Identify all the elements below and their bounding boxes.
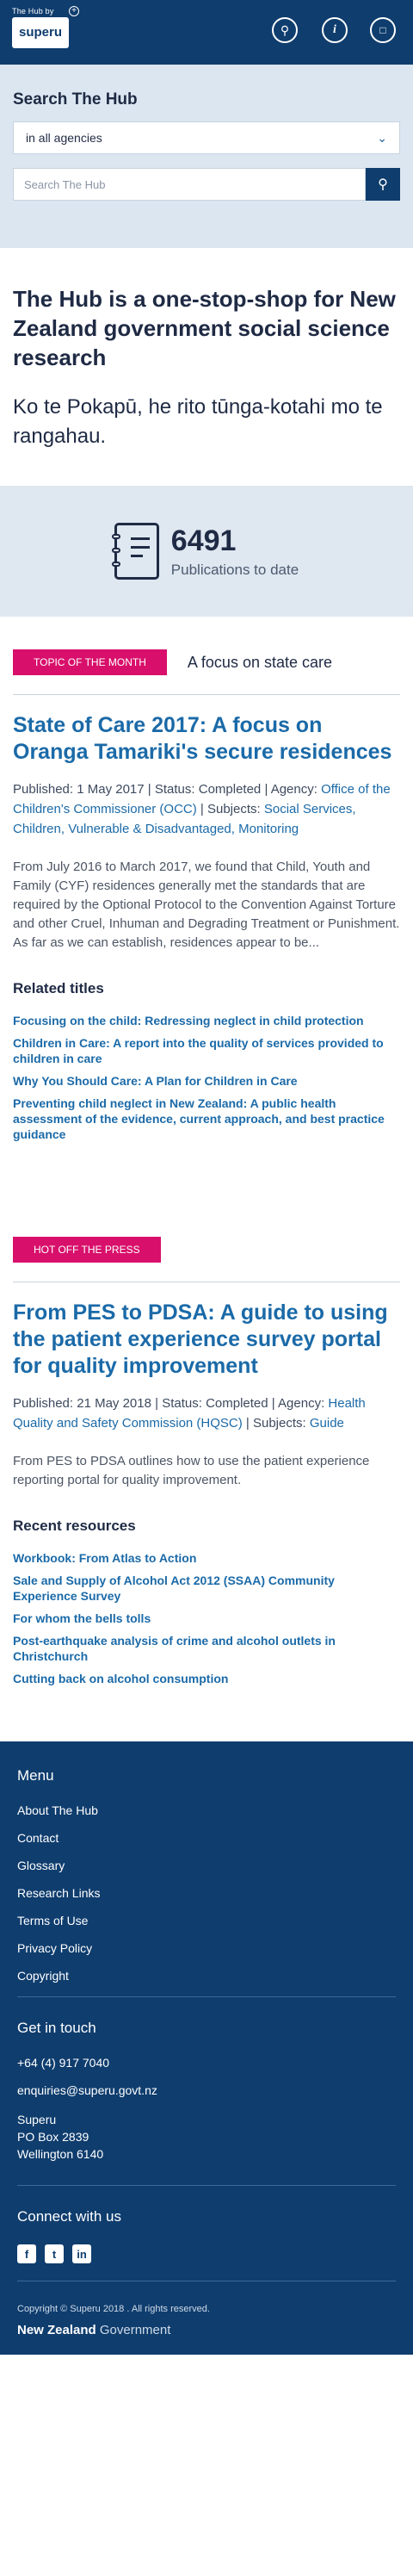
footer-phone-link[interactable]: +64 (4) 917 7040 [17, 2056, 396, 2070]
footer-address-1: Superu [17, 2113, 57, 2126]
footer-link-copyright[interactable]: Copyright [17, 1969, 396, 1983]
recent-resource-link[interactable]: Cutting back on alcohol consumption [13, 1671, 400, 1686]
facebook-icon[interactable]: f [17, 2244, 36, 2263]
status-value: Completed [206, 1396, 268, 1411]
agency-select-value: in all agencies [26, 131, 102, 145]
press-meta: Published: 21 May 2018 | Status: Complet… [13, 1396, 366, 1431]
related-title-link[interactable]: Why You Should Care: A Plan for Children… [13, 1073, 400, 1089]
agency-label: Agency: [270, 782, 317, 797]
recent-resource-link[interactable]: Workbook: From Atlas to Action [13, 1550, 400, 1566]
site-footer: Menu About The Hub Contact Glossary Rese… [0, 1741, 413, 2355]
notebook-icon [111, 523, 159, 580]
nz-govt-prefix: New Zealand [17, 2323, 96, 2337]
published-label: Published: [13, 1396, 74, 1411]
topic-title-link[interactable]: State of Care 2017: A focus on Oranga Ta… [13, 712, 400, 766]
plus-icon: + [69, 6, 79, 16]
linkedin-icon[interactable]: in [72, 2244, 91, 2263]
footer-link-terms[interactable]: Terms of Use [17, 1914, 396, 1927]
published-label: Published: [13, 782, 74, 797]
topic-summary: From July 2016 to March 2017, we found t… [13, 860, 400, 950]
agency-label: Agency: [278, 1396, 325, 1411]
topic-tag: TOPIC OF THE MONTH [13, 649, 167, 675]
related-title-link[interactable]: Children in Care: A report into the qual… [13, 1035, 400, 1066]
subjects-links[interactable]: Guide [310, 1416, 344, 1431]
twitter-icon[interactable]: t [45, 2244, 64, 2263]
recent-resources-heading: Recent resources [13, 1518, 136, 1534]
footer-menu-heading: Menu [17, 1767, 54, 1784]
published-date: 21 May 2018 [77, 1396, 151, 1411]
topic-label: A focus on state care [187, 653, 333, 671]
search-row: Search The Hub ⚲ [13, 168, 400, 201]
footer-contact-heading: Get in touch [17, 2020, 96, 2036]
status-label: Status: [162, 1396, 202, 1411]
status-value: Completed [198, 782, 262, 797]
logo-caption: The Hub by [12, 7, 54, 16]
subjects-label: Subjects: [206, 802, 261, 816]
search-input[interactable]: Search The Hub [13, 168, 366, 201]
intro-heading: The Hub is a one-stop-shop for New Zeala… [13, 286, 396, 370]
topic-meta: Published: 1 May 2017 | Status: Complete… [13, 782, 391, 836]
press-tag: HOT OFF THE PRESS [13, 1237, 161, 1263]
chevron-down-icon: ⌄ [377, 130, 387, 145]
recent-resource-link[interactable]: Post-earthquake analysis of crime and al… [13, 1633, 400, 1664]
footer-link-about[interactable]: About The Hub [17, 1803, 396, 1817]
recent-resource-link[interactable]: Sale and Supply of Alcohol Act 2012 (SSA… [13, 1573, 400, 1604]
intro-section: The Hub is a one-stop-shop for New Zeala… [0, 248, 413, 486]
search-icon[interactable]: ⚲ [272, 17, 298, 43]
agency-select[interactable]: in all agencies ⌄ [13, 121, 400, 154]
copyright-text: Copyright © Superu 2018 . All rights res… [17, 2304, 210, 2314]
footer-divider [17, 2185, 396, 2186]
footer-divider [17, 1996, 396, 1997]
footer-link-contact[interactable]: Contact [17, 1831, 396, 1845]
footer-address-2: PO Box 2839 [17, 2130, 89, 2144]
site-header: The Hub by + superu ⚲ i □ [0, 0, 413, 65]
superu-logo[interactable]: superu [12, 17, 69, 48]
published-date: 1 May 2017 [77, 782, 145, 797]
topic-tag-row: TOPIC OF THE MONTH A focus on state care [13, 649, 400, 695]
topic-of-month-section: TOPIC OF THE MONTH A focus on state care… [0, 617, 413, 1166]
nz-government-logo[interactable]: New Zealand Government [17, 2323, 396, 2337]
footer-email-link[interactable]: enquiries@superu.govt.nz [17, 2083, 396, 2097]
intro-maori-text: Ko te Pokapū, he rito tūnga-kotahi mo te… [13, 395, 383, 448]
social-links: f t in [17, 2244, 396, 2263]
footer-social-heading: Connect with us [17, 2208, 121, 2225]
info-icon[interactable]: i [322, 17, 348, 43]
search-submit-button[interactable]: ⚲ [366, 168, 400, 201]
publications-label: Publications to date [170, 561, 299, 578]
publications-stats: 6491 Publications to date [0, 486, 413, 617]
chat-icon[interactable]: □ [370, 17, 396, 43]
nz-govt-suffix: Government [96, 2323, 171, 2337]
related-title-link[interactable]: Preventing child neglect in New Zealand:… [13, 1096, 400, 1142]
publications-count: 6491 [170, 524, 237, 557]
search-title: Search The Hub [13, 90, 138, 109]
footer-link-research[interactable]: Research Links [17, 1886, 396, 1900]
press-title-link[interactable]: From PES to PDSA: A guide to using the p… [13, 1300, 400, 1380]
footer-address-3: Wellington 6140 [17, 2147, 104, 2161]
status-label: Status: [154, 782, 195, 797]
footer-link-glossary[interactable]: Glossary [17, 1859, 396, 1872]
search-section: Search The Hub in all agencies ⌄ Search … [0, 65, 413, 248]
recent-resource-link[interactable]: For whom the bells tolls [13, 1611, 400, 1626]
footer-link-privacy[interactable]: Privacy Policy [17, 1941, 396, 1955]
press-summary: From PES to PDSA outlines how to use the… [13, 1454, 370, 1487]
press-tag-row: HOT OFF THE PRESS [13, 1237, 400, 1282]
related-title-link[interactable]: Focusing on the child: Redressing neglec… [13, 1013, 400, 1028]
hot-off-press-section: HOT OFF THE PRESS From PES to PDSA: A gu… [0, 1237, 413, 1710]
related-titles-heading: Related titles [13, 980, 104, 996]
subjects-label: Subjects: [252, 1416, 306, 1431]
